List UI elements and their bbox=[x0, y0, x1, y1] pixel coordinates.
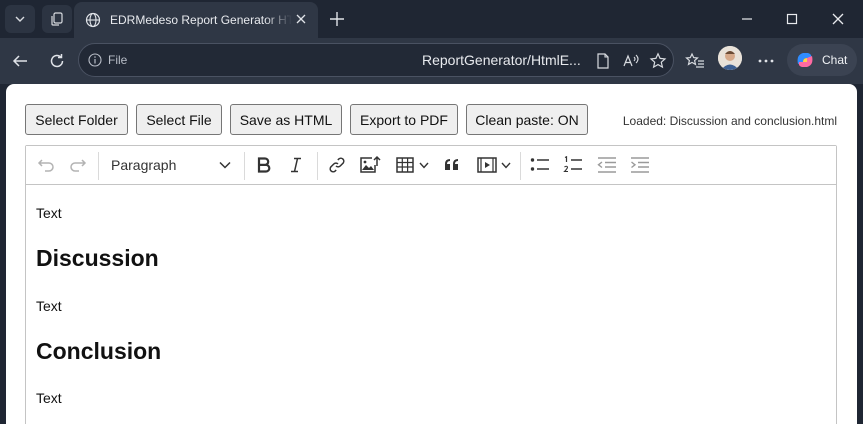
select-file-button[interactable]: Select File bbox=[136, 104, 222, 135]
undo-button[interactable] bbox=[36, 154, 56, 176]
star-icon[interactable] bbox=[648, 51, 668, 71]
tab-title: EDRMedeso Report Generator HTML bbox=[110, 13, 292, 27]
paragraph-text: Text bbox=[36, 298, 62, 314]
close-icon bbox=[832, 13, 844, 25]
paragraph-text: Text bbox=[36, 205, 62, 221]
new-tab-button[interactable] bbox=[326, 8, 348, 30]
quote-icon bbox=[445, 159, 458, 170]
bold-button[interactable] bbox=[254, 154, 274, 176]
plus-icon bbox=[330, 12, 344, 26]
heading-select[interactable]: Paragraph bbox=[111, 157, 176, 173]
read-aloud-icon[interactable] bbox=[621, 51, 641, 71]
heading-conclusion: Conclusion bbox=[36, 338, 162, 364]
more-icon bbox=[758, 59, 774, 63]
numbered-list-icon bbox=[563, 156, 582, 173]
copilot-icon bbox=[797, 53, 813, 67]
address-bar[interactable]: File ReportGenerator/HtmlE... bbox=[78, 43, 674, 77]
refresh-button[interactable] bbox=[45, 49, 69, 73]
tab-list-button[interactable] bbox=[5, 5, 35, 33]
clean-paste-toggle[interactable]: Clean paste: ON bbox=[466, 104, 588, 135]
insert-image-button[interactable] bbox=[358, 154, 382, 176]
save-as-html-button[interactable]: Save as HTML bbox=[230, 104, 342, 135]
close-tab-button[interactable] bbox=[294, 12, 308, 26]
favorites-icon bbox=[685, 52, 704, 68]
toolbar-divider bbox=[520, 152, 521, 180]
insert-media-button[interactable] bbox=[476, 154, 498, 176]
toolbar-divider bbox=[317, 152, 318, 180]
image-upload-icon bbox=[360, 155, 381, 173]
insert-table-button[interactable] bbox=[394, 154, 416, 176]
outdent-button[interactable] bbox=[596, 154, 618, 176]
maximize-button[interactable] bbox=[780, 8, 804, 30]
link-icon bbox=[329, 157, 345, 173]
toolbar-divider bbox=[98, 152, 99, 180]
media-icon bbox=[477, 157, 497, 173]
numbered-list-button[interactable] bbox=[562, 154, 584, 176]
table-icon bbox=[396, 157, 414, 173]
workspaces-icon bbox=[51, 12, 63, 26]
workspaces-button[interactable] bbox=[42, 5, 72, 33]
chevron-down-icon bbox=[15, 16, 25, 22]
chat-label: Chat bbox=[822, 53, 848, 67]
active-tab[interactable]: EDRMedeso Report Generator HTML bbox=[74, 2, 318, 38]
back-arrow-icon bbox=[12, 55, 27, 67]
indent-icon bbox=[631, 157, 649, 173]
heading-discussion: Discussion bbox=[36, 245, 159, 271]
chevron-down-icon[interactable] bbox=[218, 154, 232, 176]
undo-icon bbox=[37, 159, 54, 172]
select-folder-button[interactable]: Select Folder bbox=[25, 104, 128, 135]
bulleted-list-icon bbox=[530, 158, 549, 171]
more-button[interactable] bbox=[754, 49, 778, 73]
back-button[interactable] bbox=[8, 49, 32, 73]
rich-text-editor: Paragraph Text Discussion Text Conclusio… bbox=[25, 145, 837, 424]
italic-icon bbox=[291, 157, 301, 173]
italic-button[interactable] bbox=[288, 154, 304, 176]
maximize-icon bbox=[786, 13, 798, 25]
paragraph-text: Text bbox=[36, 390, 62, 406]
favorites-button[interactable] bbox=[683, 49, 707, 73]
minimize-button[interactable] bbox=[735, 8, 759, 30]
profile-avatar-icon bbox=[718, 46, 742, 70]
chevron-down-icon[interactable] bbox=[500, 154, 512, 176]
bold-icon bbox=[257, 157, 271, 173]
toolbar-divider bbox=[244, 152, 245, 180]
bulleted-list-button[interactable] bbox=[529, 154, 551, 176]
indent-button[interactable] bbox=[629, 154, 651, 176]
copilot-chat-button[interactable]: Chat bbox=[787, 44, 857, 76]
globe-icon bbox=[84, 11, 102, 29]
browser-tab-bar: EDRMedeso Report Generator HTML bbox=[0, 0, 863, 38]
close-icon bbox=[296, 14, 306, 24]
chevron-down-icon[interactable] bbox=[418, 154, 430, 176]
redo-button[interactable] bbox=[68, 154, 88, 176]
page-content: Select Folder Select File Save as HTML E… bbox=[6, 84, 857, 424]
block-quote-button[interactable] bbox=[442, 154, 462, 176]
minimize-icon bbox=[742, 18, 752, 20]
avatar[interactable] bbox=[718, 46, 742, 70]
export-pdf-button[interactable]: Export to PDF bbox=[350, 104, 458, 135]
outdent-icon bbox=[597, 157, 616, 173]
scheme-label: File bbox=[108, 53, 128, 67]
url-text[interactable]: ReportGenerator/HtmlE... bbox=[422, 52, 581, 68]
document-icon[interactable] bbox=[593, 51, 613, 71]
loaded-status: Loaded: Discussion and conclusion.html bbox=[622, 114, 837, 128]
refresh-icon bbox=[50, 54, 64, 68]
redo-icon bbox=[70, 159, 87, 172]
browser-toolbar: File ReportGenerator/HtmlE... Chat bbox=[0, 38, 863, 84]
close-window-button[interactable] bbox=[826, 8, 850, 30]
link-button[interactable] bbox=[326, 154, 348, 176]
info-icon[interactable] bbox=[87, 52, 103, 68]
editor-toolbar: Paragraph bbox=[26, 146, 836, 185]
